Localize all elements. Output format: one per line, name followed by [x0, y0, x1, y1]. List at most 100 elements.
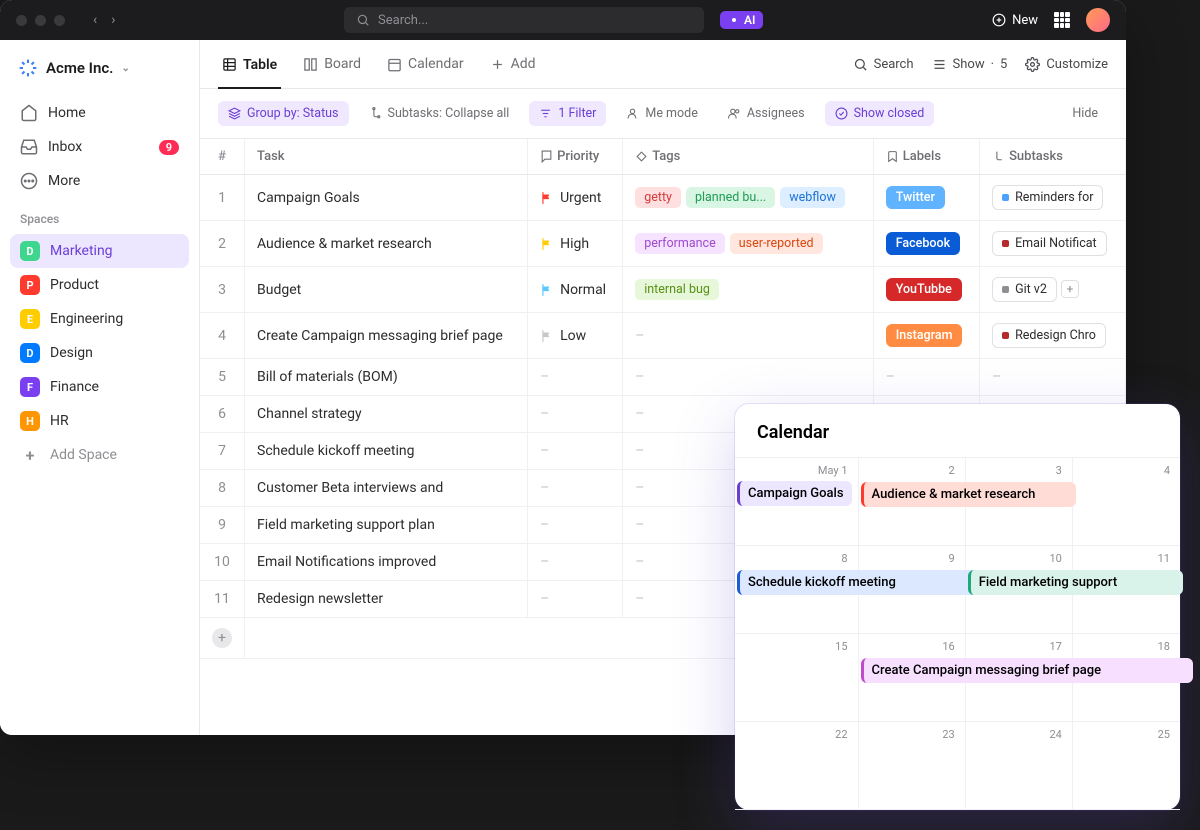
- hide-button[interactable]: Hide: [1062, 101, 1108, 126]
- back-button[interactable]: ‹: [93, 12, 97, 28]
- column-header-tags[interactable]: Tags: [623, 139, 874, 175]
- priority-cell[interactable]: Normal: [528, 267, 623, 313]
- tab-table[interactable]: Table: [218, 51, 281, 89]
- flag-icon: [540, 282, 554, 296]
- add-space-button[interactable]: + Add Space: [10, 438, 189, 472]
- calendar-cell[interactable]: 23: [859, 722, 966, 810]
- sidebar-item-inbox[interactable]: Inbox9: [10, 130, 189, 164]
- space-item-finance[interactable]: FFinance: [10, 370, 189, 404]
- tag[interactable]: internal bug: [635, 279, 719, 300]
- space-item-engineering[interactable]: EEngineering: [10, 302, 189, 336]
- calendar-event[interactable]: Field marketing support: [968, 570, 1184, 595]
- show-button[interactable]: Show · 5: [932, 57, 1008, 72]
- subtask[interactable]: Redesign Chro: [992, 323, 1106, 348]
- space-item-product[interactable]: PProduct: [10, 268, 189, 302]
- calendar-event[interactable]: Schedule kickoff meeting: [737, 570, 986, 595]
- subtask[interactable]: Git v2: [992, 277, 1057, 302]
- table-row[interactable]: 2Audience & market researchHighperforman…: [200, 221, 1126, 267]
- sparkle-icon: [728, 14, 740, 26]
- filter-chip[interactable]: 1 Filter: [529, 101, 606, 126]
- apps-icon[interactable]: [1054, 12, 1070, 28]
- tag[interactable]: webflow: [780, 187, 845, 208]
- calendar-cell[interactable]: 2Audience & market research: [859, 458, 966, 546]
- table-row[interactable]: 5Bill of materials (BOM)––––: [200, 359, 1126, 396]
- sliders-icon: [932, 57, 947, 72]
- ai-button[interactable]: AI: [720, 11, 763, 29]
- forward-button[interactable]: ›: [111, 12, 115, 28]
- space-item-design[interactable]: DDesign: [10, 336, 189, 370]
- label-cell[interactable]: Instagram: [873, 313, 979, 359]
- tag[interactable]: user-reported: [730, 233, 823, 254]
- calendar-event[interactable]: Audience & market research: [861, 482, 1077, 507]
- calendar-cell[interactable]: 4: [1073, 458, 1180, 546]
- table-row[interactable]: 3BudgetNormalinternal bugYouTubbeGit v2+: [200, 267, 1126, 313]
- subtask[interactable]: Email Notificat: [992, 231, 1107, 256]
- column-header-labels[interactable]: Labels: [873, 139, 979, 175]
- label[interactable]: Twitter: [886, 186, 945, 209]
- calendar-date: May 1: [737, 462, 852, 479]
- calendar-cell[interactable]: May 1 Campaign Goals: [735, 458, 859, 546]
- calendar-cell[interactable]: 16Create Campaign messaging brief page: [859, 634, 966, 722]
- tags-cell[interactable]: internal bug: [623, 267, 874, 313]
- calendar-cell[interactable]: 25: [1073, 722, 1180, 810]
- tag[interactable]: performance: [635, 233, 725, 254]
- priority-cell[interactable]: Urgent: [528, 175, 623, 221]
- tab-add[interactable]: Add: [486, 50, 540, 78]
- subtasks-chip[interactable]: Subtasks: Collapse all: [359, 101, 520, 126]
- subtask-cell[interactable]: Reminders for: [980, 175, 1126, 221]
- global-search[interactable]: Search...: [344, 7, 704, 33]
- user-avatar[interactable]: [1086, 8, 1110, 32]
- add-subtask-button[interactable]: +: [1061, 280, 1079, 298]
- column-header-priority[interactable]: Priority: [528, 139, 623, 175]
- tag[interactable]: getty: [635, 187, 681, 208]
- subtask-cell[interactable]: Redesign Chro: [980, 313, 1126, 359]
- column-header-#[interactable]: #: [200, 139, 245, 175]
- calendar-cell[interactable]: 8Schedule kickoff meeting: [735, 546, 859, 634]
- label-cell[interactable]: Facebook: [873, 221, 979, 267]
- sidebar-item-home[interactable]: Home: [10, 96, 189, 130]
- search-button[interactable]: Search: [853, 57, 914, 72]
- task-name: Audience & market research: [245, 221, 528, 267]
- table-row[interactable]: 1Campaign GoalsUrgentgettyplanned bu...w…: [200, 175, 1126, 221]
- column-header-subtasks[interactable]: Subtasks: [980, 139, 1126, 175]
- tags-cell[interactable]: gettyplanned bu...webflow: [623, 175, 874, 221]
- chevron-down-icon: ⌄: [121, 63, 129, 74]
- subtask-cell[interactable]: Email Notificat: [980, 221, 1126, 267]
- tags-cell[interactable]: performanceuser-reported: [623, 221, 874, 267]
- space-item-marketing[interactable]: DMarketing: [10, 234, 189, 268]
- tab-board[interactable]: Board: [299, 50, 365, 78]
- table-row[interactable]: 4Create Campaign messaging brief pageLow…: [200, 313, 1126, 359]
- calendar-event[interactable]: Campaign Goals: [737, 481, 852, 506]
- tag[interactable]: planned bu...: [686, 187, 775, 208]
- new-button[interactable]: New: [992, 13, 1038, 28]
- priority-cell[interactable]: Low: [528, 313, 623, 359]
- calendar-event[interactable]: Create Campaign messaging brief page: [861, 658, 1193, 683]
- group-by-chip[interactable]: Group by: Status: [218, 101, 349, 126]
- assignees-chip[interactable]: Assignees: [718, 101, 815, 126]
- window-controls[interactable]: [16, 15, 65, 26]
- calendar-cell[interactable]: 22: [735, 722, 859, 810]
- calendar-cell[interactable]: 24: [966, 722, 1073, 810]
- column-header-task[interactable]: Task: [245, 139, 528, 175]
- priority-cell[interactable]: High: [528, 221, 623, 267]
- label-cell[interactable]: YouTubbe: [873, 267, 979, 313]
- view-tabs: Table Board Calendar Add Search Show · 5: [200, 40, 1126, 89]
- calendar-cell[interactable]: 15: [735, 634, 859, 722]
- label-cell[interactable]: Twitter: [873, 175, 979, 221]
- space-item-hr[interactable]: HHR: [10, 404, 189, 438]
- customize-button[interactable]: Customize: [1025, 57, 1108, 72]
- show-closed-chip[interactable]: Show closed: [825, 101, 935, 126]
- subtask[interactable]: Reminders for: [992, 185, 1103, 210]
- me-mode-chip[interactable]: Me mode: [616, 101, 707, 126]
- label[interactable]: Facebook: [886, 232, 960, 255]
- label[interactable]: YouTubbe: [886, 278, 962, 301]
- workspace-switcher[interactable]: Acme Inc. ⌄: [10, 52, 189, 84]
- sidebar-item-more[interactable]: More: [10, 164, 189, 198]
- label[interactable]: Instagram: [886, 324, 963, 347]
- calendar-date: 24: [968, 726, 1066, 743]
- tab-calendar[interactable]: Calendar: [383, 50, 468, 78]
- plus-icon: +: [212, 628, 232, 648]
- subtask-cell[interactable]: Git v2+: [980, 267, 1126, 313]
- task-name: Email Notifications improved: [245, 544, 528, 581]
- calendar-cell[interactable]: 10Field marketing support: [966, 546, 1073, 634]
